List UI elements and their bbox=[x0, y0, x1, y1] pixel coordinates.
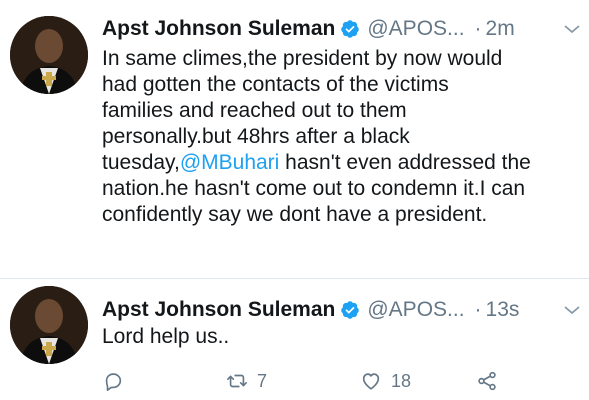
tweet-text-line: tuesday,@MBuhari hasn't even addressed t… bbox=[102, 150, 579, 176]
like-count: 18 bbox=[391, 370, 412, 391]
tweet-text-line: confidently say we dont have a president… bbox=[102, 203, 488, 226]
retweet-button[interactable]: 7 bbox=[226, 370, 267, 392]
author-handle[interactable]: @APOS... bbox=[367, 298, 464, 322]
reply-icon bbox=[105, 373, 122, 391]
tweet-text-line: In same climes,the president by now woul… bbox=[102, 47, 503, 70]
tweet-header: Apst Johnson Suleman @APOS... · 2m bbox=[102, 14, 581, 44]
tweet-text-line: Lord help us.. bbox=[102, 325, 230, 348]
avatar-image bbox=[10, 16, 88, 94]
timestamp[interactable]: 13s bbox=[486, 298, 520, 322]
avatar[interactable] bbox=[10, 16, 88, 94]
share-button[interactable] bbox=[476, 370, 498, 392]
avatar[interactable] bbox=[10, 286, 88, 364]
verified-badge-icon bbox=[340, 19, 360, 39]
text-segment: hasn't even addressed the bbox=[279, 151, 531, 174]
author-handle[interactable]: @APOS... bbox=[367, 17, 464, 41]
author-name[interactable]: Apst Johnson Suleman bbox=[102, 17, 335, 41]
tweet-text-line: personally.but 48hrs after a black bbox=[102, 125, 410, 148]
tweet-text: Lord help us.. bbox=[102, 324, 579, 350]
verified-badge-icon bbox=[340, 300, 360, 320]
tweet-header: Apst Johnson Suleman @APOS... · 13s bbox=[102, 295, 581, 325]
chevron-down-icon[interactable] bbox=[563, 301, 581, 319]
share-icon bbox=[478, 371, 496, 391]
retweet-icon bbox=[227, 374, 247, 388]
tweet-text: In same climes,the president by now woul… bbox=[102, 46, 579, 228]
mention-link[interactable]: @MBuhari bbox=[180, 151, 280, 174]
tweet-text-line: nation.he hasn't come out to condemn it.… bbox=[102, 177, 526, 200]
text-segment: tuesday, bbox=[102, 151, 180, 174]
tweet-text-line: had gotten the contacts of the victims bbox=[102, 73, 449, 96]
tweet-actions: 7 18 bbox=[102, 370, 502, 392]
tweet[interactable]: Apst Johnson Suleman @APOS... · 13s Lord… bbox=[0, 278, 589, 400]
like-button[interactable]: 18 bbox=[360, 370, 411, 392]
separator-dot: · bbox=[474, 298, 482, 321]
author-name[interactable]: Apst Johnson Suleman bbox=[102, 298, 335, 322]
chevron-down-icon[interactable] bbox=[563, 20, 581, 38]
heart-icon bbox=[362, 373, 380, 390]
tweet-text-line: families and reached out to them bbox=[102, 99, 407, 122]
reply-button[interactable] bbox=[102, 370, 124, 392]
timestamp[interactable]: 2m bbox=[486, 17, 515, 41]
retweet-count: 7 bbox=[257, 370, 268, 391]
separator-dot: · bbox=[474, 17, 482, 40]
tweet[interactable]: Apst Johnson Suleman @APOS... · 2m In sa… bbox=[0, 0, 589, 278]
avatar-image bbox=[10, 286, 88, 364]
